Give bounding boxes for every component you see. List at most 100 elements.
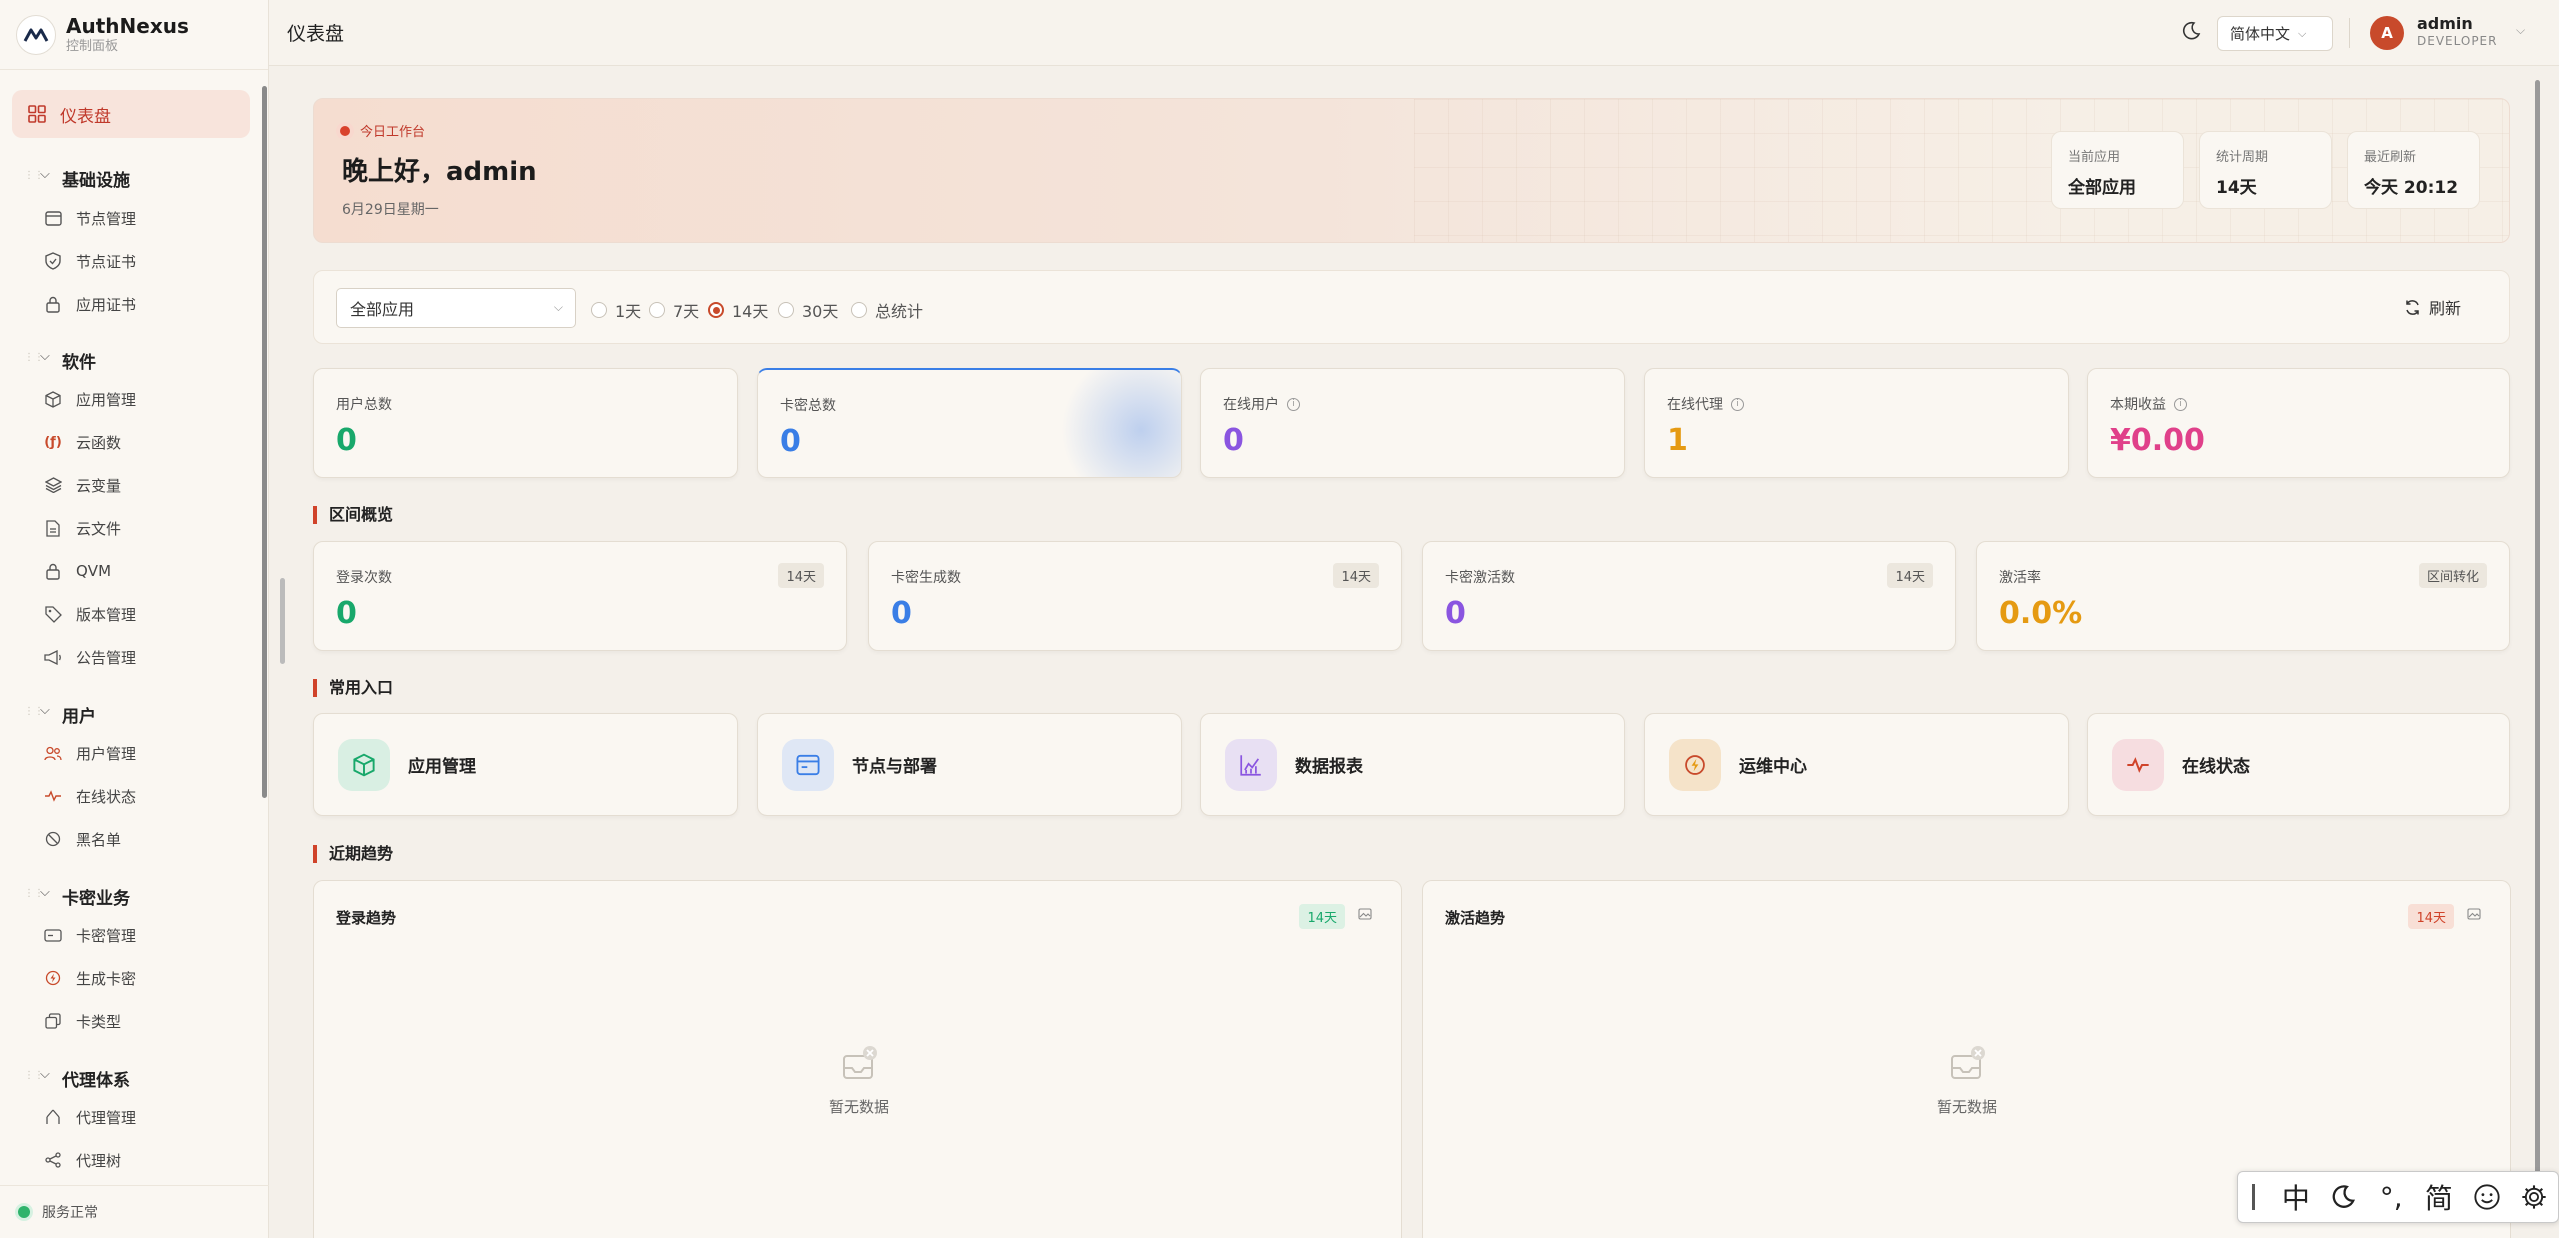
avatar[interactable]: A xyxy=(2370,16,2404,50)
megaphone-icon xyxy=(44,648,62,666)
range-card-activation-rate: 激活率 区间转化 0.0% xyxy=(1976,541,2510,651)
sidebar-item-label: 卡类型 xyxy=(76,1012,122,1031)
trend-title: 登录趋势 xyxy=(336,909,397,927)
ime-drag-handle[interactable] xyxy=(2252,1184,2258,1210)
sidebar-item-node-management[interactable]: 节点管理 xyxy=(44,199,244,237)
drag-handle-icon[interactable]: ⋮⋮ xyxy=(24,707,44,717)
theme-toggle-moon-icon[interactable] xyxy=(2180,20,2204,44)
brand[interactable]: AuthNexus 控制面板 xyxy=(0,0,268,70)
section-title-entries: 常用入口 xyxy=(313,679,393,697)
language-value: 简体中文 xyxy=(2230,25,2291,43)
record-dot-icon xyxy=(340,125,350,136)
user-name[interactable]: admin xyxy=(2417,14,2473,33)
ime-settings-gear-icon[interactable] xyxy=(2510,1173,2558,1221)
entry-nodes-deploy[interactable]: 节点与部署 xyxy=(757,713,1182,816)
radio-circle[interactable] xyxy=(778,302,794,318)
sidebar-item-user-management[interactable]: 用户管理 xyxy=(44,734,244,772)
sidebar-item-versions[interactable]: 版本管理 xyxy=(44,595,244,633)
function-icon: (ƒ) xyxy=(44,434,62,450)
card-value: 今天 20:12 xyxy=(2364,178,2459,198)
sidebar-item-cloud-files[interactable]: 云文件 xyxy=(44,509,244,547)
ime-mode-button[interactable]: 中 xyxy=(2272,1173,2320,1221)
sidebar-group-infrastructure[interactable]: ⋮⋮ ⌵ 基础设施 xyxy=(0,157,262,197)
sidebar-item-app-management[interactable]: 应用管理 xyxy=(44,380,244,418)
period-radio-1d[interactable]: 1天 xyxy=(591,298,641,322)
app-select[interactable]: 全部应用 ⌵ xyxy=(336,288,576,328)
splitter-handle[interactable] xyxy=(280,578,285,664)
entry-online-status[interactable]: 在线状态 xyxy=(2087,713,2510,816)
cube-icon xyxy=(338,738,390,791)
ime-moon-icon[interactable] xyxy=(2320,1173,2368,1221)
radio-circle[interactable] xyxy=(591,302,607,318)
sidebar-group-users[interactable]: ⋮⋮ ⌵ 用户 xyxy=(0,693,262,733)
sidebar-item-agent-management[interactable]: 代理管理 xyxy=(44,1098,244,1136)
filter-bar: 全部应用 ⌵ 1天 7天 14天 30天 总统计 刷新 xyxy=(313,270,2510,344)
sidebar-group-label: 基础设施 xyxy=(62,171,130,191)
drag-handle-icon[interactable]: ⋮⋮ xyxy=(24,1071,44,1081)
main-scrollbar[interactable] xyxy=(2535,80,2540,1180)
sidebar-item-card-management[interactable]: 卡密管理 xyxy=(44,916,244,954)
sidebar-item-dashboard[interactable]: 仪表盘 xyxy=(12,90,250,138)
sidebar-group-software[interactable]: ⋮⋮ ⌵ 软件 xyxy=(0,339,262,379)
sidebar-item-online-status[interactable]: 在线状态 xyxy=(44,777,244,815)
sidebar-item-label: 版本管理 xyxy=(76,605,137,624)
image-icon[interactable] xyxy=(1358,906,1374,922)
period-radio-14d[interactable]: 14天 xyxy=(708,298,768,322)
range-label: 激活率 xyxy=(1999,570,2041,586)
ime-toolbar: 中 °, 简 xyxy=(2237,1171,2559,1223)
sidebar-item-label: 应用管理 xyxy=(76,390,137,409)
sidebar-item-generate-cards[interactable]: 生成卡密 xyxy=(44,959,244,997)
radio-circle[interactable] xyxy=(649,302,665,318)
sidebar-item-app-cert[interactable]: 应用证书 xyxy=(44,285,244,323)
period-radio-total[interactable]: 总统计 xyxy=(851,298,923,322)
range-card-logins: 登录次数 14天 0 xyxy=(313,541,847,651)
info-icon[interactable]: i xyxy=(2174,397,2187,411)
ime-emoji-icon[interactable] xyxy=(2463,1173,2511,1221)
sidebar-group-agents[interactable]: ⋮⋮ ⌵ 代理体系 xyxy=(0,1057,262,1097)
period-radio-30d[interactable]: 30天 xyxy=(778,298,838,322)
ime-script-button[interactable]: 简 xyxy=(2415,1173,2463,1221)
drag-handle-icon[interactable]: ⋮⋮ xyxy=(24,171,44,181)
sidebar-item-card-types[interactable]: 卡类型 xyxy=(44,1002,244,1040)
entry-app-management[interactable]: 应用管理 xyxy=(313,713,738,816)
drag-handle-icon[interactable]: ⋮⋮ xyxy=(24,889,44,899)
drag-handle-icon[interactable]: ⋮⋮ xyxy=(24,353,44,363)
sidebar-item-blacklist[interactable]: 黑名单 xyxy=(44,820,244,858)
entry-ops-center[interactable]: 运维中心 xyxy=(1644,713,2069,816)
empty-text: 暂无数据 xyxy=(1936,1098,1997,1116)
stat-card-online-users: 在线用户 i 0 xyxy=(1200,368,1625,478)
trend-badge: 14天 xyxy=(1299,904,1345,929)
ime-punctuation-button[interactable]: °, xyxy=(2367,1173,2415,1221)
card-value: 全部应用 xyxy=(2068,178,2136,198)
info-icon[interactable]: i xyxy=(1287,397,1300,411)
chevron-down-icon: ⌵ xyxy=(40,885,50,900)
sidebar-nav: 仪表盘 ⋮⋮ ⌵ 基础设施 节点管理 节点证书 应用证书 ⋮⋮ ⌵ 软件 应用管 xyxy=(0,70,262,1185)
banner-grid-decoration xyxy=(1414,99,2509,242)
refresh-button[interactable]: 刷新 xyxy=(2404,295,2461,319)
range-badge: 区间转化 xyxy=(2418,563,2487,588)
sidebar-item-cloud-variables[interactable]: 云变量 xyxy=(44,466,244,504)
pulse-icon xyxy=(44,787,62,805)
language-select[interactable]: 简体中文 ⌵ xyxy=(2217,16,2333,51)
image-icon[interactable] xyxy=(2467,906,2483,922)
stat-label: 本期收益 xyxy=(2110,397,2166,413)
period-radio-7d[interactable]: 7天 xyxy=(649,298,699,322)
sidebar-group-cards[interactable]: ⋮⋮ ⌵ 卡密业务 xyxy=(0,875,262,915)
entry-label: 在线状态 xyxy=(2182,757,2250,777)
radio-circle-selected[interactable] xyxy=(708,302,724,318)
copy-icon xyxy=(44,1012,62,1030)
sidebar-item-cloud-functions[interactable]: (ƒ) 云函数 xyxy=(44,423,244,461)
info-icon[interactable]: i xyxy=(1731,397,1744,411)
radio-circle[interactable] xyxy=(851,302,867,318)
stat-value: 0 xyxy=(780,424,801,459)
sidebar-item-label: 云函数 xyxy=(76,433,122,452)
sidebar-item-qvm[interactable]: QVM xyxy=(44,552,244,590)
section-title-range: 区间概览 xyxy=(313,506,393,524)
sidebar-scrollbar[interactable] xyxy=(262,86,267,798)
entry-data-reports[interactable]: 数据报表 xyxy=(1200,713,1625,816)
chevron-down-icon[interactable]: ⌵ xyxy=(2516,23,2525,38)
sidebar-item-agent-tree[interactable]: 代理树 xyxy=(44,1141,244,1179)
sidebar-item-announcements[interactable]: 公告管理 xyxy=(44,638,244,676)
sidebar-item-node-cert[interactable]: 节点证书 xyxy=(44,242,244,280)
card-label: 当前应用 xyxy=(2068,150,2121,165)
